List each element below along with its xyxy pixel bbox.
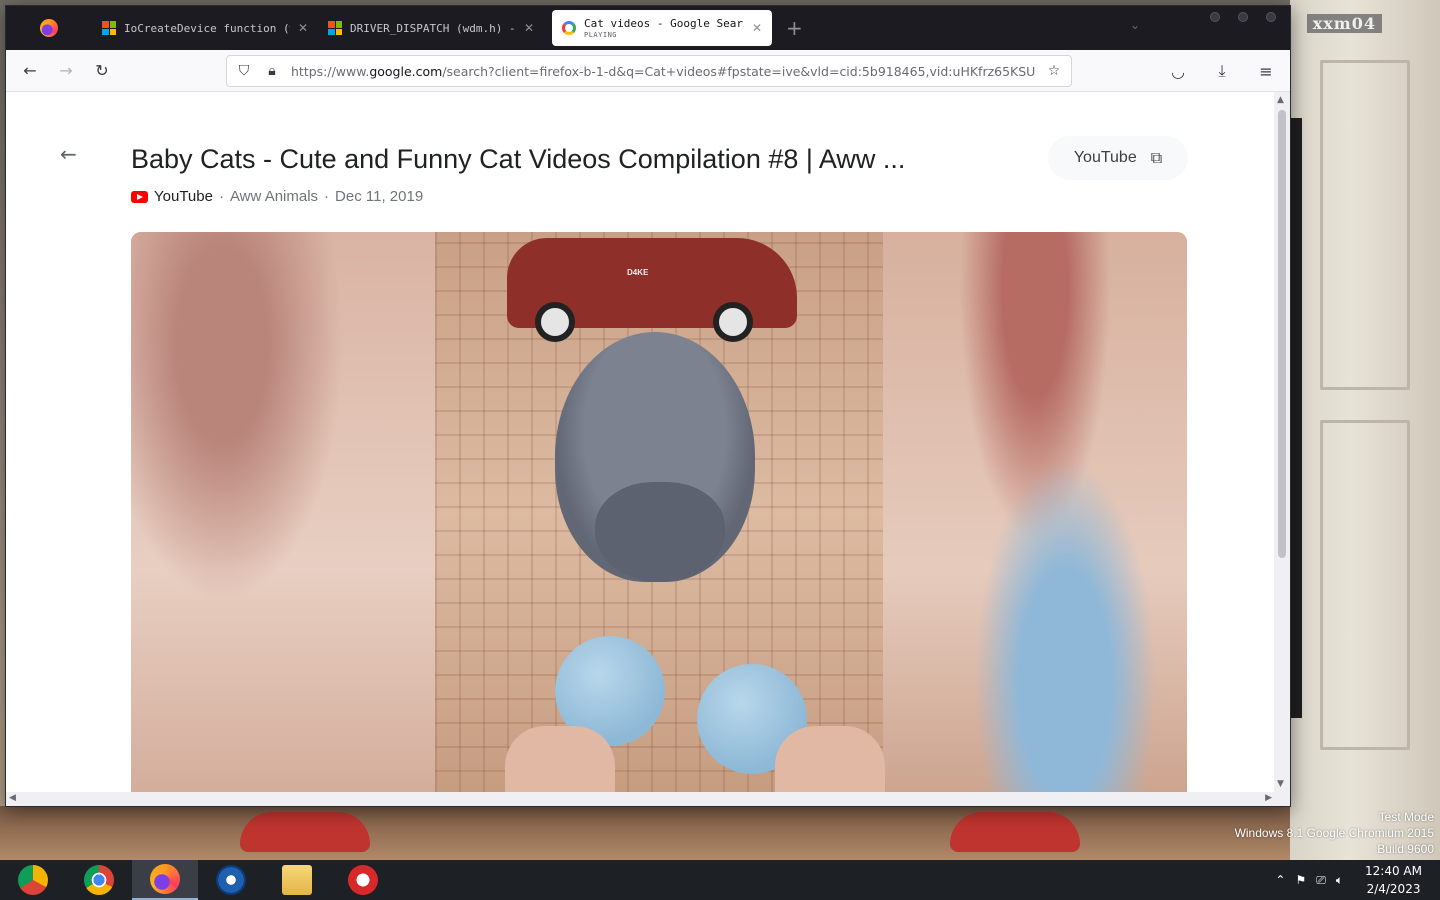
vertical-scrollbar[interactable]: ▲ ▼ (1274, 92, 1290, 792)
car-wheel (535, 302, 575, 342)
bookmark-star-icon[interactable]: ☆ (1045, 63, 1063, 79)
scroll-left-icon[interactable]: ◀ (9, 793, 16, 803)
open-youtube-label: YouTube (1073, 149, 1137, 166)
clock-time: 12:40 AM (1365, 864, 1422, 878)
separator: · (218, 188, 224, 205)
video-frame-image: D4KE (435, 232, 885, 792)
url-text[interactable]: https://www.google.com/search?client=fir… (291, 64, 1035, 79)
scroll-right-icon[interactable]: ▶ (1265, 793, 1272, 803)
tab-title: Cat videos - Google Search (584, 17, 744, 30)
pocket-icon[interactable]: ◡ (1160, 55, 1196, 87)
internet-explorer-icon (216, 865, 246, 895)
taskbar-firefox[interactable] (132, 860, 198, 900)
show-hidden-icons-icon[interactable]: ⌃ (1275, 873, 1285, 887)
external-link-icon: ⧉ (1150, 148, 1163, 167)
close-tab-icon[interactable]: ✕ (298, 21, 308, 35)
scrollbar-thumb[interactable] (1278, 110, 1286, 558)
list-all-tabs-icon[interactable]: ⌄ (1130, 18, 1140, 32)
car-wheel (713, 302, 753, 342)
browser-window: IoCreateDevice function (wdm.h ✕ DRIVER_… (5, 5, 1291, 807)
youtube-icon (131, 190, 148, 203)
taskbar-chrome-canary[interactable] (0, 860, 66, 900)
wallpaper-door (1290, 0, 1440, 860)
scroll-down-icon[interactable]: ▼ (1277, 779, 1284, 789)
firefox-view-button[interactable] (6, 6, 92, 50)
page-content: ← Baby Cats - Cute and Funny Cat Videos … (6, 92, 1274, 792)
video-date: Dec 11, 2019 (335, 188, 424, 205)
video-channel: Aww Animals (229, 188, 319, 205)
tracking-protection-icon[interactable]: ⛉ (235, 63, 253, 79)
navigation-toolbar: ← → ↻ ⛉ 🔒︎ https://www.google.com/search… (6, 50, 1290, 92)
new-tab-button[interactable]: + (786, 16, 803, 40)
forward-button[interactable]: → (48, 55, 84, 87)
close-tab-icon[interactable]: ✕ (524, 21, 534, 35)
menu-icon[interactable]: ≡ (1248, 55, 1284, 87)
taskbar-file-explorer[interactable] (264, 860, 330, 900)
tab-driver-dispatch[interactable]: DRIVER_DISPATCH (wdm.h) - \ ✕ (318, 10, 544, 46)
tab-iocreatedevice[interactable]: IoCreateDevice function (wdm.h ✕ (92, 10, 318, 46)
lock-icon[interactable]: 🔒︎ (263, 63, 281, 79)
back-arrow-icon[interactable]: ← (60, 142, 77, 166)
chrome-icon (84, 865, 114, 895)
scroll-up-icon[interactable]: ▲ (1277, 95, 1284, 105)
window-controls (1210, 12, 1276, 22)
video-player[interactable]: D4KE (131, 232, 1187, 792)
cat-head (595, 482, 725, 582)
horizontal-scrollbar[interactable]: ◀ ▶ (6, 792, 1290, 806)
close-tab-icon[interactable]: ✕ (752, 21, 762, 35)
tab-cat-videos[interactable]: Cat videos - Google Search PLAYING ✕ (552, 10, 772, 46)
minimize-button[interactable] (1210, 12, 1220, 22)
tab-title: IoCreateDevice function (wdm.h (124, 21, 290, 35)
chrome-canary-icon (18, 865, 48, 895)
toolbar-right: ◡ ⤓ ≡ (1160, 55, 1284, 87)
downloads-icon[interactable]: ⤓ (1204, 55, 1240, 87)
google-logo-icon (562, 21, 576, 35)
volume-icon[interactable]: 🔈︎ (1336, 873, 1343, 888)
firefox-icon (40, 19, 58, 37)
tab-bar: IoCreateDevice function (wdm.h ✕ DRIVER_… (6, 6, 1290, 50)
taskbar-internet-explorer[interactable] (198, 860, 264, 900)
taskbar-chrome[interactable] (66, 860, 132, 900)
tab-title-block: Cat videos - Google Search PLAYING (584, 17, 744, 39)
tab-title: DRIVER_DISPATCH (wdm.h) - \ (350, 21, 516, 35)
system-tray: ⌃ ⚑ ⎚ 🔈︎ 12:40 AM 2/4/2023 (1275, 860, 1440, 900)
action-center-flag-icon[interactable]: ⚑ (1295, 873, 1306, 887)
wallpaper-floor (0, 806, 1290, 860)
back-button[interactable]: ← (12, 55, 48, 87)
clock-date: 2/4/2023 (1366, 882, 1421, 896)
toy-car: D4KE (507, 238, 797, 342)
open-youtube-button[interactable]: YouTube ⧉ (1048, 136, 1188, 180)
separator: · (324, 188, 330, 205)
tab-playing-label: PLAYING (584, 31, 618, 39)
firefox-icon (150, 864, 180, 894)
taskbar: ⌃ ⚑ ⎚ 🔈︎ 12:40 AM 2/4/2023 (0, 860, 1440, 900)
watermark-line: Test Mode (1378, 810, 1434, 824)
network-icon[interactable]: ⎚ (1316, 873, 1326, 888)
video-meta: YouTube · Aww Animals · Dec 11, 2019 (131, 188, 423, 205)
video-source: YouTube (154, 188, 213, 205)
url-bar[interactable]: ⛉ 🔒︎ https://www.google.com/search?clien… (226, 55, 1072, 87)
video-blur-right (883, 232, 1187, 792)
watermark-line: Windows 8.1 Google Chromium 2015 (1234, 826, 1434, 840)
reload-button[interactable]: ↻ (84, 55, 120, 87)
wallpaper-shoe (240, 812, 370, 852)
wallpaper-shadow (1290, 118, 1302, 718)
wallpaper-shoe (950, 812, 1080, 852)
video-blur-left (131, 232, 435, 792)
close-window-button[interactable] (1266, 12, 1276, 22)
car-text: D4KE (627, 268, 649, 277)
microsoft-logo-icon (328, 21, 342, 35)
maximize-button[interactable] (1238, 12, 1248, 22)
bug-tool-icon (348, 865, 378, 895)
video-title[interactable]: Baby Cats - Cute and Funny Cat Videos Co… (131, 144, 905, 175)
microsoft-logo-icon (102, 21, 116, 35)
watermark-line: Build 9600 (1377, 842, 1434, 856)
test-mode-watermark: Test Mode Windows 8.1 Google Chromium 20… (1235, 809, 1434, 857)
taskbar-bug-tool[interactable] (330, 860, 396, 900)
folder-icon (282, 865, 312, 895)
clock[interactable]: 12:40 AM 2/4/2023 (1365, 862, 1422, 898)
desktop-label: xxm04 (1306, 14, 1382, 33)
hand (775, 726, 885, 792)
hand (505, 726, 615, 792)
